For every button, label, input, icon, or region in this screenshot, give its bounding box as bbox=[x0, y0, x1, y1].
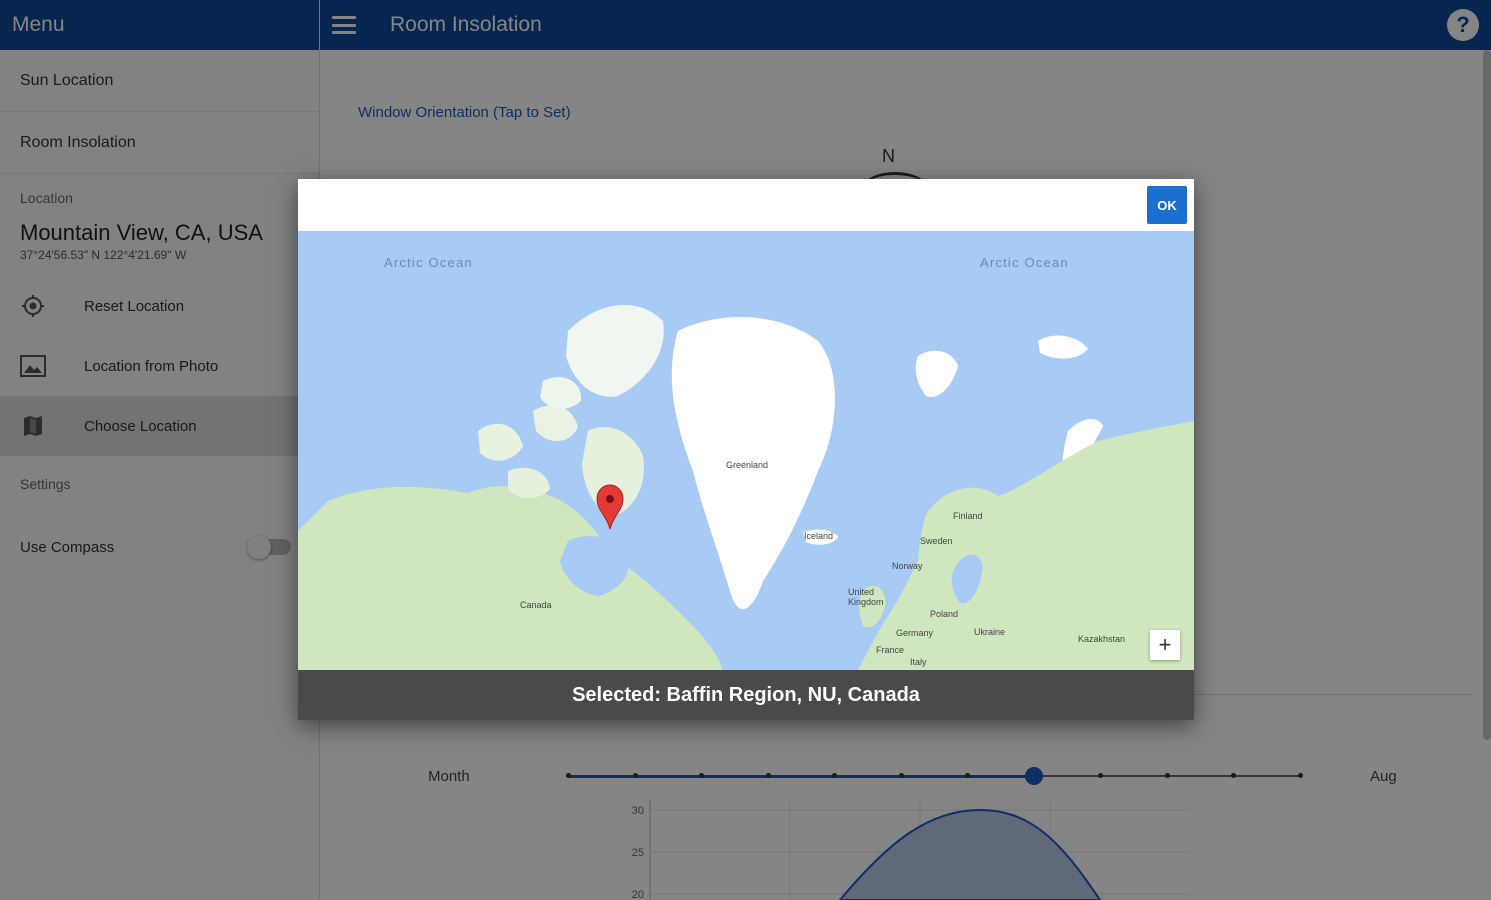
map-label: Iceland bbox=[804, 531, 834, 541]
ocean-label: Arctic Ocean bbox=[980, 255, 1069, 270]
map-label: Greenland bbox=[726, 460, 769, 470]
map-label: United Kingdom bbox=[848, 587, 884, 607]
map-label: Finland bbox=[953, 511, 983, 521]
map-label: Germany bbox=[896, 628, 934, 638]
app-window: Menu Sun Location Room Insolation Locati… bbox=[0, 0, 1491, 900]
arctic-island bbox=[1038, 335, 1088, 359]
map-label: Canada bbox=[520, 600, 552, 610]
arctic-island bbox=[540, 377, 582, 409]
map-view[interactable]: Arctic Ocean Arctic Ocean Greenland Icel… bbox=[298, 231, 1194, 670]
arctic-island bbox=[533, 405, 578, 442]
svalbard bbox=[915, 350, 958, 397]
dialog-toolbar: OK bbox=[298, 179, 1194, 231]
arctic-island bbox=[478, 423, 523, 461]
victoria-island bbox=[508, 467, 550, 498]
selected-location-bar: Selected: Baffin Region, NU, Canada bbox=[298, 670, 1194, 720]
map-label: France bbox=[876, 645, 905, 655]
map-label: Poland bbox=[930, 609, 959, 619]
map-label: Sweden bbox=[920, 536, 953, 546]
map-label: Kazakhstan bbox=[1078, 634, 1126, 644]
north-america-landmass bbox=[298, 486, 723, 670]
ellesmere-island bbox=[566, 304, 664, 397]
map-label: Ukraine bbox=[974, 627, 1006, 637]
map-label: Italy bbox=[910, 657, 927, 667]
map-land-layer bbox=[298, 304, 1194, 670]
zoom-in-button[interactable]: + bbox=[1150, 630, 1180, 660]
ocean-label: Arctic Ocean bbox=[384, 255, 473, 270]
map-label: Norway bbox=[892, 561, 923, 571]
ok-button[interactable]: OK bbox=[1147, 186, 1187, 224]
choose-location-dialog: OK Arctic Ocean Arctic Ocean Greenland I… bbox=[298, 179, 1194, 720]
